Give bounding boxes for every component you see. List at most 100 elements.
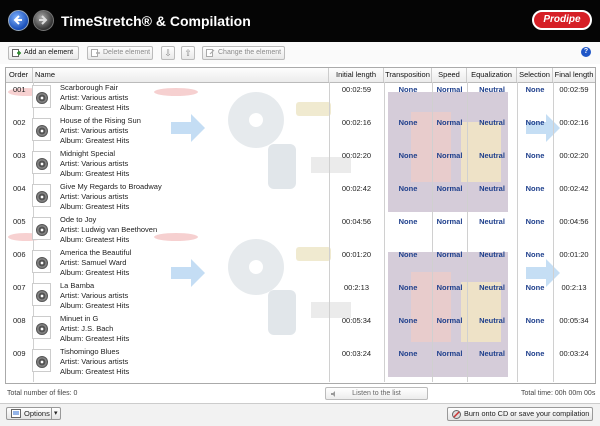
final-length: 00:02:16 — [559, 118, 589, 127]
transposition-value[interactable]: None — [384, 85, 432, 94]
speed-value[interactable]: Normal — [432, 316, 467, 325]
selection-value[interactable]: None — [517, 151, 553, 160]
selection-value[interactable]: None — [517, 85, 553, 94]
arrow-up-icon: ⇧ — [184, 48, 192, 58]
selection-value[interactable]: None — [517, 184, 553, 193]
equalization-value[interactable]: Neutral — [467, 283, 517, 292]
move-up-button[interactable]: ⇧ — [181, 46, 195, 60]
delete-file-icon — [91, 49, 100, 57]
table-row[interactable]: 003 Midnight Special Artist: Various art… — [6, 148, 595, 181]
table-row[interactable]: 004 Give My Regards to Broadway Artist: … — [6, 181, 595, 214]
table-row[interactable]: 001 Scarborough Fair Artist: Various art… — [6, 82, 595, 115]
final-length: 00:01:20 — [559, 250, 589, 259]
table-row[interactable]: 006 America the Beautiful Artist: Samuel… — [6, 247, 595, 280]
change-element-button[interactable]: Change the element — [202, 46, 285, 60]
table-row[interactable]: 005 Ode to Joy Artist: Ludwig van Beetho… — [6, 214, 595, 247]
speed-value[interactable]: Normal — [432, 184, 467, 193]
track-album: Album: Greatest Hits — [60, 136, 130, 145]
track-album: Album: Greatest Hits — [60, 367, 130, 376]
initial-length: 00:01:20 — [341, 250, 372, 259]
speed-value[interactable]: Normal — [432, 250, 467, 259]
add-element-button[interactable]: Add an element — [8, 46, 79, 60]
speed-value[interactable]: Normal — [432, 283, 467, 292]
col-final-length[interactable]: Final length — [553, 68, 595, 82]
forward-button[interactable] — [33, 10, 54, 31]
row-order: 001 — [13, 85, 26, 94]
transposition-value[interactable]: None — [384, 250, 432, 259]
equalization-value[interactable]: Neutral — [467, 118, 517, 127]
speed-value[interactable]: Normal — [432, 118, 467, 127]
transposition-value[interactable]: None — [384, 316, 432, 325]
row-order: 008 — [13, 316, 26, 325]
burn-save-button[interactable]: Burn onto CD or save your compilation — [447, 407, 593, 421]
final-length: 00:02:20 — [559, 151, 589, 160]
final-length: 00:05:34 — [559, 316, 589, 325]
speed-value[interactable]: Normal — [432, 349, 467, 358]
col-selection[interactable]: Selection — [517, 68, 553, 82]
delete-element-button[interactable]: Delete element — [87, 46, 153, 60]
equalization-value[interactable]: Neutral — [467, 316, 517, 325]
final-length: 00:2:13 — [561, 283, 587, 292]
audio-file-icon — [32, 184, 51, 207]
col-order[interactable]: Order — [6, 68, 33, 82]
transposition-value[interactable]: None — [384, 217, 432, 226]
transposition-value[interactable]: None — [384, 283, 432, 292]
track-title: Give My Regards to Broadway — [60, 182, 162, 191]
equalization-value[interactable]: Neutral — [467, 217, 517, 226]
equalization-value[interactable]: Neutral — [467, 151, 517, 160]
selection-value[interactable]: None — [517, 283, 553, 292]
move-down-button[interactable]: ⇩ — [161, 46, 175, 60]
selection-value[interactable]: None — [517, 349, 553, 358]
final-length: 00:03:24 — [559, 349, 589, 358]
col-name[interactable]: Name — [33, 68, 329, 82]
col-speed[interactable]: Speed — [432, 68, 467, 82]
audio-file-icon — [32, 283, 51, 306]
equalization-value[interactable]: Neutral — [467, 250, 517, 259]
selection-value[interactable]: None — [517, 316, 553, 325]
burn-icon — [452, 410, 461, 419]
track-album: Album: Greatest Hits — [60, 334, 130, 343]
audio-file-icon — [32, 250, 51, 273]
speed-value[interactable]: Normal — [432, 151, 467, 160]
track-info: Ode to Joy Artist: Ludwig van Beethoven … — [60, 215, 157, 245]
speed-value[interactable]: Normal — [432, 85, 467, 94]
listen-button[interactable]: Listen to the list — [325, 387, 428, 400]
back-button[interactable] — [8, 10, 29, 31]
table-row[interactable]: 008 Minuet in G Artist: J.S. Bach Album:… — [6, 313, 595, 346]
final-length: 00:02:59 — [559, 85, 589, 94]
table-row[interactable]: 002 House of the Rising Sun Artist: Vari… — [6, 115, 595, 148]
audio-file-icon — [32, 217, 51, 240]
selection-value[interactable]: None — [517, 217, 553, 226]
equalization-value[interactable]: Neutral — [467, 184, 517, 193]
equalization-value[interactable]: Neutral — [467, 349, 517, 358]
arrow-down-icon: ⇩ — [164, 48, 172, 58]
transposition-value[interactable]: None — [384, 184, 432, 193]
col-equalization[interactable]: Equalization — [467, 68, 517, 82]
table-row[interactable]: 007 La Bamba Artist: Various artists Alb… — [6, 280, 595, 313]
initial-length: 00:02:20 — [341, 151, 372, 160]
help-icon[interactable]: ? — [581, 47, 591, 57]
col-transposition[interactable]: Transposition — [384, 68, 432, 82]
track-artist: Artist: J.S. Bach — [60, 324, 114, 333]
equalization-value[interactable]: Neutral — [467, 85, 517, 94]
transposition-value[interactable]: None — [384, 118, 432, 127]
table-row[interactable]: 009 Tishomingo Blues Artist: Various art… — [6, 346, 595, 379]
transposition-value[interactable]: None — [384, 349, 432, 358]
selection-value[interactable]: None — [517, 118, 553, 127]
track-title: Scarborough Fair — [60, 83, 118, 92]
add-element-label: Add an element — [24, 49, 74, 56]
transposition-value[interactable]: None — [384, 151, 432, 160]
speed-value[interactable]: Normal — [432, 217, 467, 226]
track-album: Album: Greatest Hits — [60, 301, 130, 310]
track-artist: Artist: Various artists — [60, 357, 129, 366]
options-button[interactable]: Options ▾ — [6, 407, 61, 420]
row-order: 002 — [13, 118, 26, 127]
row-order: 003 — [13, 151, 26, 160]
change-element-label: Change the element — [218, 49, 282, 56]
track-info: America the Beautiful Artist: Samuel War… — [60, 248, 131, 278]
audio-file-icon — [32, 316, 51, 339]
initial-length: 00:02:42 — [341, 184, 372, 193]
selection-value[interactable]: None — [517, 250, 553, 259]
chevron-down-icon[interactable]: ▾ — [54, 408, 58, 419]
col-initial-length[interactable]: Initial length — [329, 68, 384, 82]
